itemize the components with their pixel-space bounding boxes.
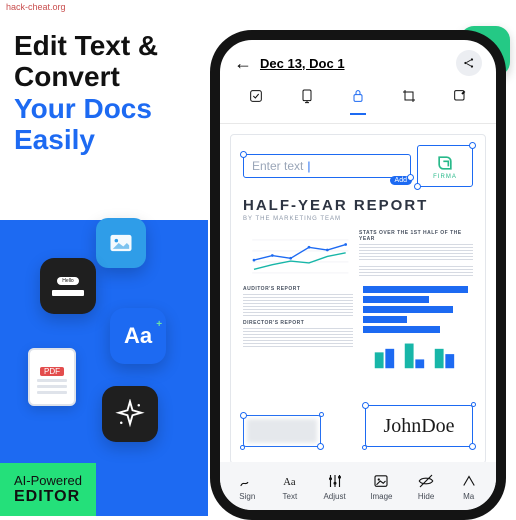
scanner-icon: Hello xyxy=(40,258,96,314)
nav-sign[interactable]: Sign xyxy=(238,472,256,501)
nav-more[interactable]: Ma xyxy=(460,472,478,501)
line-chart xyxy=(243,230,353,282)
headline-l2: Convert xyxy=(14,61,120,92)
nav-adjust[interactable]: Adjust xyxy=(323,472,345,501)
nav-text-label: Text xyxy=(283,492,298,501)
promo-headline: Edit Text & Convert Your Docs Easily xyxy=(14,30,194,155)
firma-label: FIRMA xyxy=(433,174,457,180)
add-button[interactable]: Add xyxy=(390,176,412,185)
pdf-icon: PDF xyxy=(28,348,76,406)
column-chart xyxy=(363,340,473,370)
report-subtitle: BY THE MARKETING TEAM xyxy=(243,216,473,222)
page-tool-icon[interactable] xyxy=(299,88,315,115)
bottom-nav: Sign Aa Text Adjust Image Hide Ma xyxy=(220,462,496,510)
signature-selection[interactable]: JohnDoe xyxy=(365,405,473,447)
document-canvas[interactable]: Enter text | Add FIRMA HALF-YEAR REPORT … xyxy=(230,134,486,464)
lock-tool-icon[interactable] xyxy=(350,88,366,115)
scan-bar xyxy=(52,290,84,296)
font-icon: Aa+ xyxy=(110,308,166,364)
headline-l3: Your Docs xyxy=(14,93,152,124)
headline-l4: Easily xyxy=(14,124,95,155)
nav-text[interactable]: Aa Text xyxy=(281,472,299,501)
signature-text: JohnDoe xyxy=(383,415,454,438)
scan-label: Hello xyxy=(57,277,79,285)
share-button[interactable] xyxy=(456,50,482,76)
svg-text:Aa: Aa xyxy=(283,476,296,487)
back-arrow-icon[interactable]: ← xyxy=(234,53,252,74)
spark-icon xyxy=(102,386,158,442)
editor-toolbar xyxy=(220,82,496,124)
nav-more-label: Ma xyxy=(463,492,474,501)
firma-logo-icon xyxy=(435,153,455,173)
ai-badge-line1: AI-Powered xyxy=(14,473,82,488)
nav-sign-label: Sign xyxy=(239,492,255,501)
font-label: Aa+ xyxy=(124,323,152,349)
nav-hide[interactable]: Hide xyxy=(417,472,435,501)
document-title[interactable]: Dec 13, Doc 1 xyxy=(260,56,448,71)
nav-adjust-label: Adjust xyxy=(323,492,345,501)
checkbox-tool-icon[interactable] xyxy=(248,88,264,115)
watermark: hack-cheat.org xyxy=(0,0,516,18)
nav-hide-label: Hide xyxy=(418,492,434,501)
paragraph-placeholder xyxy=(359,244,473,262)
horizontal-bar-chart xyxy=(363,286,473,375)
ai-badge-line2: EDITOR xyxy=(14,488,82,506)
text-placeholder: Enter text xyxy=(252,159,303,173)
text-input-field[interactable]: Enter text | Add xyxy=(243,154,411,178)
headline-l1: Edit Text & xyxy=(14,30,158,61)
ai-powered-badge: AI-Powered EDITOR xyxy=(0,463,96,516)
section-auditor-label: AUDITOR'S REPORT xyxy=(243,286,353,292)
section-stats-label: STATS OVER THE 1ST HALF OF THE YEAR xyxy=(359,230,473,242)
blur-selection[interactable] xyxy=(243,415,321,447)
firma-stamp[interactable]: FIRMA xyxy=(417,145,473,187)
crop-tool-icon[interactable] xyxy=(401,88,417,115)
gallery-icon xyxy=(96,218,146,268)
edit-tool-icon[interactable] xyxy=(452,88,468,115)
nav-image-label: Image xyxy=(370,492,392,501)
report-title: HALF-YEAR REPORT xyxy=(243,197,473,214)
phone-header: ← Dec 13, Doc 1 xyxy=(220,40,496,82)
section-director-label: DIRECTOR'S REPORT xyxy=(243,320,353,326)
phone-mockup: ← Dec 13, Doc 1 Enter text | Add FIRMA H… xyxy=(210,30,506,520)
pdf-label: PDF xyxy=(40,367,64,376)
plus-icon: + xyxy=(156,319,162,330)
nav-image[interactable]: Image xyxy=(370,472,392,501)
